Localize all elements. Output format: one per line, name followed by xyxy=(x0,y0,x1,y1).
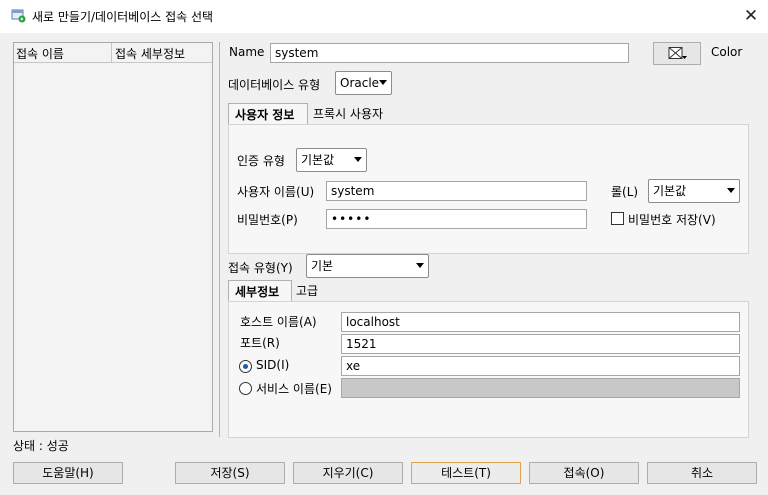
tab-details[interactable]: 세부정보 xyxy=(228,280,292,301)
username-label: 사용자 이름(U) xyxy=(237,185,315,199)
host-label: 호스트 이름(A) xyxy=(240,315,317,329)
tab-proxy-user[interactable]: 프록시 사용자 xyxy=(310,103,386,124)
column-divider xyxy=(111,43,112,63)
connection-type-value: 기본 xyxy=(311,259,334,273)
clear-button[interactable]: 지우기(C) xyxy=(293,462,403,484)
chevron-down-icon xyxy=(379,80,387,85)
db-type-select[interactable]: Oracle xyxy=(335,71,392,95)
column-header-connection-name[interactable]: 접속 이름 xyxy=(16,45,64,62)
database-connection-icon xyxy=(11,9,26,23)
port-label: 포트(R) xyxy=(240,336,280,350)
name-field[interactable]: system xyxy=(270,43,629,63)
db-type-value: Oracle xyxy=(340,76,380,90)
service-name-label: 서비스 이름(E) xyxy=(256,382,332,396)
save-password-label: 비밀번호 저장(V) xyxy=(628,213,716,227)
username-field[interactable]: system xyxy=(326,181,587,201)
close-button[interactable]: ✕ xyxy=(741,7,761,27)
save-password-checkbox[interactable] xyxy=(611,212,624,225)
tab-user-info[interactable]: 사용자 정보 xyxy=(228,103,308,124)
port-field[interactable]: 1521 xyxy=(341,334,740,354)
connection-list-header: 접속 이름 접속 세부정보 xyxy=(14,43,212,63)
sid-label: SID(I) xyxy=(256,358,290,372)
host-field[interactable]: localhost xyxy=(341,312,740,332)
chevron-down-icon xyxy=(727,188,735,193)
connection-type-label: 접속 유형(Y) xyxy=(228,261,293,275)
help-button[interactable]: 도움말(H) xyxy=(13,462,123,484)
role-value: 기본값 xyxy=(653,184,687,198)
password-field[interactable]: ••••• xyxy=(326,209,587,229)
connection-list[interactable]: 접속 이름 접속 세부정보 xyxy=(13,42,213,432)
save-button[interactable]: 저장(S) xyxy=(175,462,285,484)
window-title: 새로 만들기/데이터베이스 접속 선택 xyxy=(32,10,214,24)
chevron-down-icon xyxy=(354,157,362,162)
auth-type-label: 인증 유형 xyxy=(237,154,285,168)
color-swatch-icon xyxy=(668,47,687,59)
name-label: Name xyxy=(229,45,265,59)
role-select[interactable]: 기본값 xyxy=(648,179,740,203)
connect-button[interactable]: 접속(O) xyxy=(529,462,639,484)
sid-field[interactable]: xe xyxy=(341,356,740,376)
auth-type-value: 기본값 xyxy=(301,153,335,167)
test-button[interactable]: 테스트(T) xyxy=(411,462,521,484)
cancel-button[interactable]: 취소 xyxy=(647,462,757,484)
status-text: 상태 : 성공 xyxy=(13,439,69,453)
color-label: Color xyxy=(711,45,743,59)
service-name-field xyxy=(341,378,740,398)
password-label: 비밀번호(P) xyxy=(237,213,298,227)
tab-advanced[interactable]: 고급 xyxy=(293,280,321,301)
service-name-radio[interactable] xyxy=(239,382,252,395)
chevron-down-icon xyxy=(416,263,424,268)
sid-radio[interactable] xyxy=(239,360,252,373)
auth-type-select[interactable]: 기본값 xyxy=(296,148,367,172)
connection-type-select[interactable]: 기본 xyxy=(306,254,429,278)
splitter[interactable] xyxy=(219,42,220,437)
db-type-label: 데이터베이스 유형 xyxy=(228,78,321,92)
color-picker-button[interactable] xyxy=(653,42,701,65)
column-header-connection-details[interactable]: 접속 세부정보 xyxy=(115,45,185,62)
role-label: 롤(L) xyxy=(611,185,639,199)
